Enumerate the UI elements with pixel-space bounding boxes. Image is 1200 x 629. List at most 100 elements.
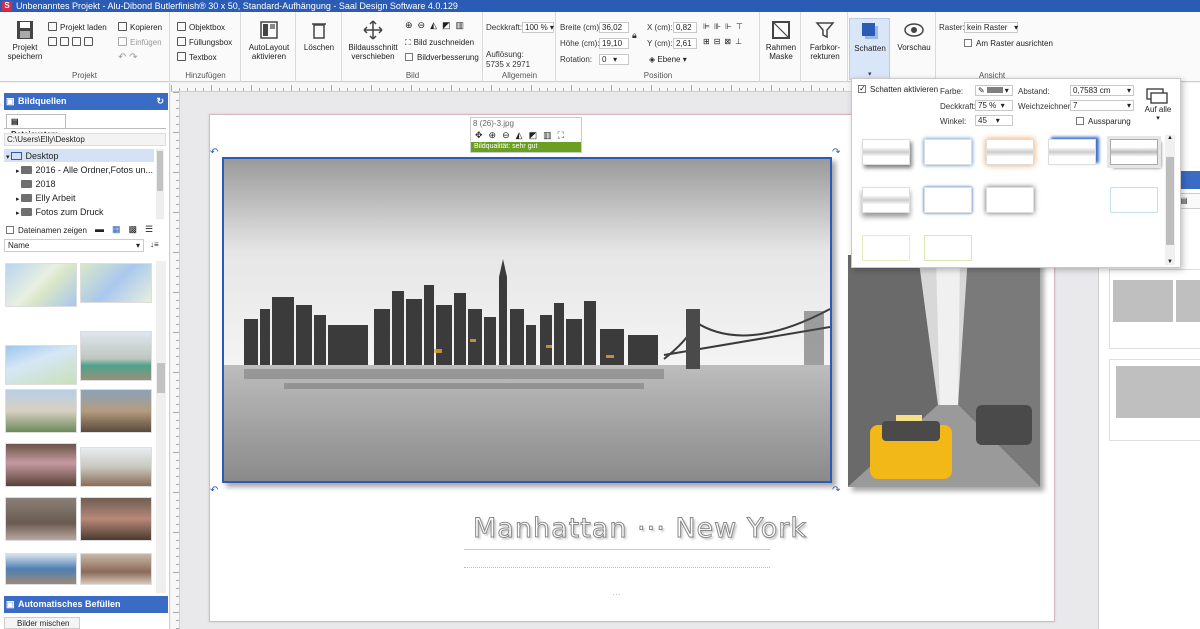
sort-direction-icon[interactable]: ↓≡ bbox=[150, 240, 159, 249]
scroll-down-icon[interactable]: ▼ bbox=[1165, 259, 1175, 265]
layout-thumbnail-2[interactable] bbox=[1109, 359, 1200, 441]
image-enhance-checkbox[interactable]: Bildverbesserung bbox=[405, 52, 479, 63]
refresh-icon[interactable]: ↻ bbox=[156, 93, 164, 110]
shadow-preset-7[interactable] bbox=[924, 187, 972, 213]
shadow-preset-10[interactable] bbox=[862, 235, 910, 261]
crop-icon[interactable]: ⛶ bbox=[558, 130, 570, 140]
thumbnail-door[interactable] bbox=[80, 553, 152, 585]
distribute-h-icon[interactable]: ⊞ bbox=[703, 37, 714, 46]
layer-dropdown[interactable]: ◈ Ebene ▾ bbox=[649, 54, 687, 65]
x-field[interactable]: 0,82 bbox=[673, 22, 697, 33]
tab-dateisystem[interactable]: ▤ Dateisystem bbox=[6, 114, 66, 139]
shadow-preset-6[interactable] bbox=[862, 187, 910, 213]
flip-icon[interactable]: ◭ bbox=[430, 20, 442, 30]
shadow-button[interactable]: Schatten ▾ bbox=[849, 18, 890, 80]
share-icon[interactable] bbox=[72, 37, 81, 46]
tree-item-folder[interactable]: ▸ Fotos zum Druck bbox=[16, 207, 103, 217]
add-objectbox-button[interactable]: Objektbox bbox=[177, 22, 225, 33]
shuffle-images-button[interactable]: Bilder mischen bbox=[4, 617, 80, 629]
main-photo-skyline[interactable] bbox=[222, 157, 832, 483]
thumbnail-interior[interactable] bbox=[5, 443, 77, 487]
thumbnail-scrollbar[interactable] bbox=[156, 261, 166, 593]
height-field[interactable]: 19,10 bbox=[599, 38, 629, 49]
paste-button[interactable]: Einfügen bbox=[118, 37, 162, 48]
rotate-icon[interactable]: ◩ bbox=[529, 130, 544, 140]
tree-item-folder[interactable]: ▸ 2016 - Alle Ordner,Fotos un... bbox=[16, 165, 153, 175]
align-right-icon[interactable]: ⊩ bbox=[725, 22, 736, 31]
align-center-icon[interactable]: ⊪ bbox=[714, 22, 725, 31]
y-field[interactable]: 2,61 bbox=[673, 38, 697, 49]
print-icon[interactable] bbox=[84, 37, 93, 46]
zoom-in-icon[interactable]: ⊕ bbox=[405, 20, 418, 30]
move-crop-button[interactable]: Bildausschnitt verschieben bbox=[345, 20, 401, 61]
shadow-angle-field[interactable]: 45 ▾ bbox=[975, 115, 1013, 126]
shadow-preset-8[interactable] bbox=[986, 187, 1034, 213]
scrollbar-thumb[interactable] bbox=[1166, 157, 1174, 245]
rotation-field[interactable]: 0 ▾ bbox=[599, 54, 629, 65]
show-filenames-checkbox[interactable]: Dateinamen zeigen bbox=[6, 225, 87, 236]
fit-icon[interactable]: ▥ bbox=[456, 20, 470, 30]
rotate-handle-bottom-left[interactable]: ↶ bbox=[210, 485, 218, 496]
shadow-preset-3[interactable] bbox=[986, 139, 1034, 165]
layout-thumbnail-1[interactable] bbox=[1109, 269, 1200, 349]
path-field[interactable]: C:\Users\Elly\Desktop bbox=[4, 133, 166, 146]
opacity-field[interactable]: 100 % ▾ bbox=[522, 22, 554, 33]
thumbnail-map-2[interactable] bbox=[80, 263, 152, 303]
import-icon[interactable] bbox=[48, 37, 57, 46]
apply-to-all-button[interactable]: Auf alle ▾ bbox=[1140, 87, 1176, 122]
shadow-presets-scrollbar[interactable]: ▲ ▼ bbox=[1165, 135, 1175, 265]
grid-view-icon[interactable]: ▦ bbox=[112, 224, 129, 234]
flip-icon[interactable]: ◭ bbox=[516, 130, 529, 140]
thumbnail-dome[interactable] bbox=[80, 447, 152, 487]
thumbnail-blue-house[interactable] bbox=[5, 553, 77, 585]
sort-select[interactable]: Name ▾ bbox=[4, 239, 144, 252]
rotate-handle-bottom-right[interactable]: ↷ bbox=[832, 485, 840, 496]
thumbnail-map-3[interactable] bbox=[5, 345, 77, 385]
undo-icon[interactable]: ↶ bbox=[118, 52, 126, 63]
frame-mask-button[interactable]: Rahmen Maske bbox=[763, 20, 799, 61]
load-project-button[interactable]: Projekt laden bbox=[48, 22, 107, 33]
large-view-icon[interactable]: ▬ bbox=[95, 224, 112, 234]
shadow-blur-field[interactable]: 7 ▾ bbox=[1070, 100, 1134, 111]
delete-button[interactable]: Löschen bbox=[299, 20, 339, 52]
shadow-opacity-field[interactable]: 75 % ▾ bbox=[975, 100, 1013, 111]
thumbnail-group[interactable] bbox=[5, 497, 77, 541]
move-icon[interactable]: ✥ bbox=[475, 130, 489, 140]
crop-image-button[interactable]: ⛶ Bild zuschneiden bbox=[405, 37, 474, 48]
small-grid-icon[interactable]: ▩ bbox=[129, 224, 146, 234]
autolayout-button[interactable]: AutoLayout aktivieren bbox=[244, 20, 294, 61]
rotate-handle-top-right[interactable]: ↷ bbox=[832, 147, 840, 158]
list-view-icon[interactable]: ☰ bbox=[145, 224, 161, 234]
scrollbar-thumb[interactable] bbox=[157, 363, 165, 393]
shadow-preset-2[interactable] bbox=[924, 139, 972, 165]
thumbnail-house[interactable] bbox=[5, 389, 77, 433]
thumbnail-playground[interactable] bbox=[80, 331, 152, 381]
snap-to-grid-checkbox[interactable]: Am Raster ausrichten bbox=[964, 38, 1053, 49]
zoom-out-icon[interactable]: ⊖ bbox=[502, 130, 516, 140]
tree-item-desktop[interactable]: ▾ Desktop bbox=[6, 151, 59, 161]
caption-text[interactable]: Manhattan ··· New York bbox=[450, 513, 830, 545]
align-top-icon[interactable]: ⊤ bbox=[736, 22, 747, 31]
shadow-preset-9[interactable] bbox=[1110, 187, 1158, 213]
shadow-preset-4[interactable] bbox=[1048, 139, 1096, 165]
rotate-icon[interactable]: ◩ bbox=[442, 20, 456, 30]
shadow-preset-11[interactable] bbox=[924, 235, 972, 261]
zoom-out-icon[interactable]: ⊖ bbox=[418, 20, 431, 30]
rotate-handle-top-left[interactable]: ↶ bbox=[210, 147, 218, 158]
scroll-up-icon[interactable]: ▲ bbox=[1165, 135, 1175, 141]
cutout-checkbox[interactable]: Aussparung bbox=[1076, 116, 1131, 127]
copy-button[interactable]: Kopieren bbox=[118, 22, 162, 33]
shadow-preset-5-selected[interactable] bbox=[1107, 136, 1161, 168]
width-field[interactable]: 36,02 bbox=[599, 22, 629, 33]
tree-scrollbar[interactable] bbox=[156, 149, 164, 219]
thumbnail-room[interactable] bbox=[80, 389, 152, 433]
preview-button[interactable]: Vorschau bbox=[894, 20, 934, 52]
zoom-in-icon[interactable]: ⊕ bbox=[489, 130, 503, 140]
thumbnail-map-1[interactable] bbox=[5, 263, 77, 307]
shadow-preset-1[interactable] bbox=[862, 139, 910, 165]
align-middle-icon[interactable]: ⊠ bbox=[724, 37, 735, 46]
align-bottom-icon[interactable]: ⊥ bbox=[735, 37, 746, 46]
export-icon[interactable] bbox=[60, 37, 69, 46]
add-fillbox-button[interactable]: Füllungsbox bbox=[177, 37, 232, 48]
tree-item-folder[interactable]: ▸ 2018 bbox=[16, 179, 56, 189]
